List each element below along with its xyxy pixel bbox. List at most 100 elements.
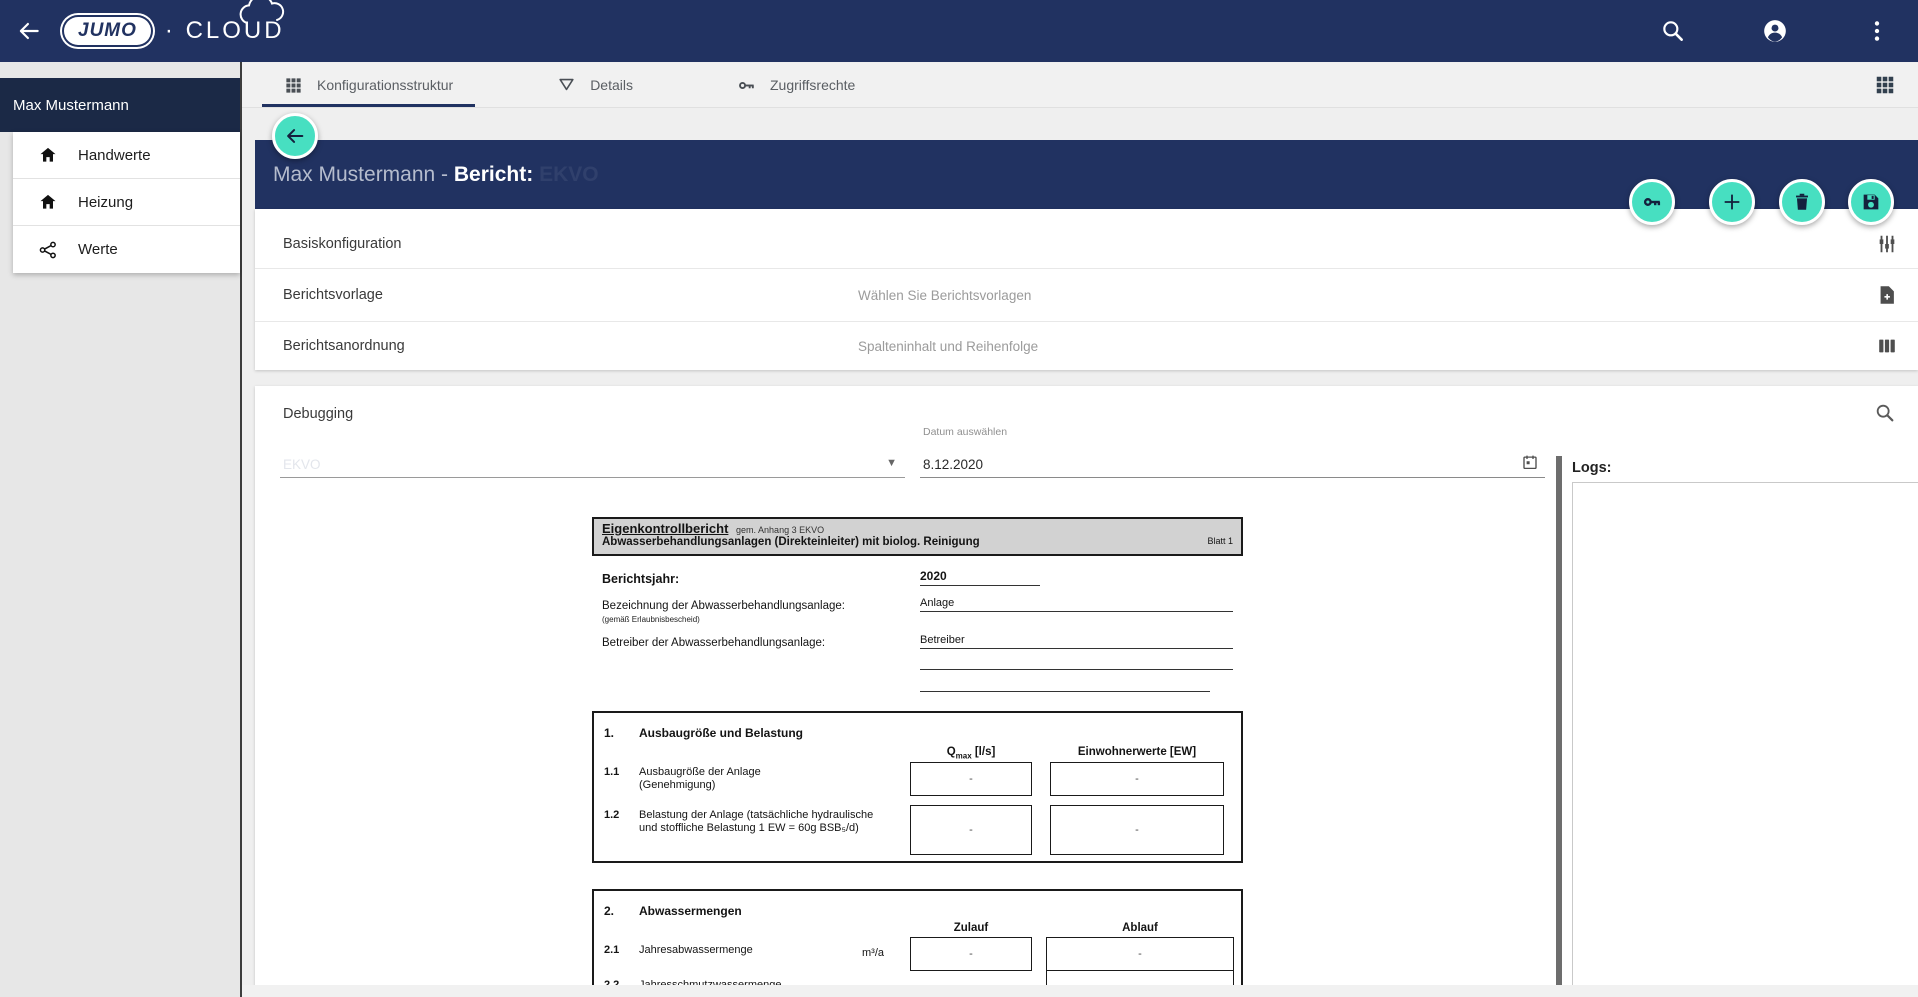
section-title: Ausbaugröße und Belastung [639, 726, 803, 740]
jumo-logo: JUMO [64, 17, 151, 45]
logs-output-box[interactable] [1572, 482, 1918, 987]
sidebar-item-label: Heizung [78, 194, 133, 211]
report-type-select-value: EKVO [283, 457, 321, 472]
logs-label: Logs: [1572, 460, 1611, 476]
row-number: 1.2 [604, 809, 619, 821]
note-add-icon[interactable] [1876, 284, 1898, 306]
columns-icon[interactable] [1876, 335, 1898, 357]
column-header-zulauf: Zulauf [910, 922, 1032, 934]
page-title-bold: Bericht: [454, 163, 533, 186]
value-cell[interactable]: - [1046, 937, 1234, 971]
tab-bar: Konfigurationsstruktur Details Zugriffsr… [242, 63, 1918, 108]
tab-details[interactable]: Details [535, 63, 655, 107]
unit-label: m³/a [862, 947, 884, 959]
cloud-wordmark: · CLOUD [165, 17, 285, 45]
save-icon [1860, 191, 1882, 213]
tab-label: Konfigurationsstruktur [317, 77, 453, 93]
key-icon [737, 76, 756, 95]
report-preview: Eigenkontrollbericht gem. Anhang 3 EKVO … [592, 517, 1243, 997]
section-number: 1. [604, 726, 614, 740]
operator-extra-line[interactable] [920, 650, 1233, 670]
add-fab-button[interactable] [1709, 179, 1755, 225]
year-value[interactable]: 2020 [920, 569, 1040, 586]
column-header-ew: Einwohnerwerte [EW] [1050, 746, 1224, 758]
search-icon[interactable] [1660, 18, 1686, 44]
debugging-title: Debugging [283, 406, 353, 422]
plus-icon [1721, 191, 1743, 213]
report-type-select[interactable]: EKVO ▼ [280, 441, 905, 478]
report-section-2: 2. Abwassermengen Zulauf Ablauf 2.1 Jahr… [592, 889, 1243, 997]
report-section-1: 1. Ausbaugröße und Belastung Qmax [l/s] … [592, 711, 1243, 863]
key-icon [1641, 191, 1663, 213]
value-cell[interactable]: - [910, 762, 1032, 796]
operator-extra-line[interactable] [920, 672, 1210, 692]
back-icon[interactable] [16, 18, 42, 44]
report-sheet-number: Blatt 1 [1207, 536, 1233, 548]
report-header-box: Eigenkontrollbericht gem. Anhang 3 EKVO … [592, 517, 1243, 556]
row-label: Berichtsanordnung [283, 338, 858, 354]
configuration-card: Basiskonfiguration Berichtsvorlage Wähle… [255, 209, 1918, 370]
back-fab-button[interactable] [272, 113, 318, 159]
save-fab-button[interactable] [1848, 179, 1894, 225]
tab-label: Details [590, 77, 633, 93]
plant-name-label: Bezeichnung der Abwasserbehandlungsanlag… [602, 600, 845, 612]
home-icon [38, 192, 58, 212]
report-title: Eigenkontrollbericht [602, 521, 728, 536]
chevron-down-icon[interactable]: ▼ [886, 457, 897, 469]
sidebar-user-header: Max Mustermann [0, 78, 240, 132]
account-icon[interactable] [1762, 18, 1788, 44]
bottom-cut-strip [242, 985, 1918, 997]
jumo-cloud-logo: JUMO · CLOUD [64, 17, 285, 45]
grid-icon [284, 76, 303, 95]
cloud-icon [233, 0, 291, 27]
page-title: Max Mustermann - Bericht: EKVO [273, 163, 599, 187]
plant-name-note: (gemäß Erlaubnisbescheid) [602, 615, 700, 624]
value-cell[interactable]: - [1050, 805, 1224, 855]
report-title-suffix: gem. Anhang 3 EKVO [736, 525, 824, 535]
date-picker-field[interactable]: Datum auswählen 8.12.2020 [920, 441, 1545, 478]
row-label: Berichtsvorlage [283, 287, 858, 303]
page-title-prefix: Max Mustermann - [273, 163, 454, 186]
tab-label: Zugriffsrechte [770, 77, 855, 93]
row-berichtsvorlage[interactable]: Berichtsvorlage Wählen Sie Berichtsvorla… [255, 269, 1918, 322]
topbar-actions [1660, 18, 1890, 44]
row-number: 2.1 [604, 944, 619, 956]
operator-label: Betreiber der Abwasserbehandlungsanlage: [602, 637, 825, 649]
value-cell[interactable]: - [1050, 762, 1224, 796]
preview-scrollbar[interactable] [1556, 456, 1562, 997]
search-icon[interactable] [1874, 402, 1896, 424]
tune-icon[interactable] [1876, 233, 1898, 255]
page-title-faint: EKVO [533, 163, 598, 186]
value-cell[interactable]: - [910, 937, 1032, 971]
row-label: Ausbaugröße der Anlage (Genehmigung) [639, 766, 839, 792]
apps-grid-icon[interactable] [1874, 74, 1896, 96]
sidebar-user-name: Max Mustermann [13, 97, 129, 114]
calendar-icon[interactable] [1521, 453, 1539, 471]
sidebar-item-handwerte[interactable]: Handwerte [13, 132, 240, 179]
sidebar-item-werte[interactable]: Werte [13, 226, 240, 273]
year-label: Berichtsjahr: [602, 572, 679, 586]
row-berichtsanordnung[interactable]: Berichtsanordnung Spalteninhalt und Reih… [255, 322, 1918, 370]
row-value: Wählen Sie Berichtsvorlagen [858, 288, 1031, 303]
sidebar-menu: Handwerte Heizung Werte [13, 132, 240, 273]
sidebar-item-label: Handwerte [78, 147, 151, 164]
more-vert-icon[interactable] [1864, 18, 1890, 44]
date-picker-label: Datum auswählen [923, 426, 1007, 438]
operator-value[interactable]: Betreiber [920, 634, 1233, 649]
section-title: Abwassermengen [639, 904, 742, 918]
row-number: 1.1 [604, 766, 619, 778]
delete-fab-button[interactable] [1779, 179, 1825, 225]
report-subtitle: Abwasserbehandlungsanlagen (Direkteinlei… [602, 536, 980, 548]
share-icon [38, 240, 58, 260]
plant-name-value[interactable]: Anlage [920, 597, 1233, 612]
home-icon [38, 145, 58, 165]
funnel-icon [557, 76, 576, 95]
tab-zugriffsrechte[interactable]: Zugriffsrechte [715, 63, 877, 107]
row-basiskonfiguration[interactable]: Basiskonfiguration [255, 209, 1918, 269]
column-header-qmax: Qmax [l/s] [910, 746, 1032, 760]
section-number: 2. [604, 904, 614, 918]
permissions-fab-button[interactable] [1629, 179, 1675, 225]
value-cell[interactable]: - [910, 805, 1032, 855]
sidebar-item-heizung[interactable]: Heizung [13, 179, 240, 226]
tab-konfigurationsstruktur[interactable]: Konfigurationsstruktur [262, 63, 475, 107]
